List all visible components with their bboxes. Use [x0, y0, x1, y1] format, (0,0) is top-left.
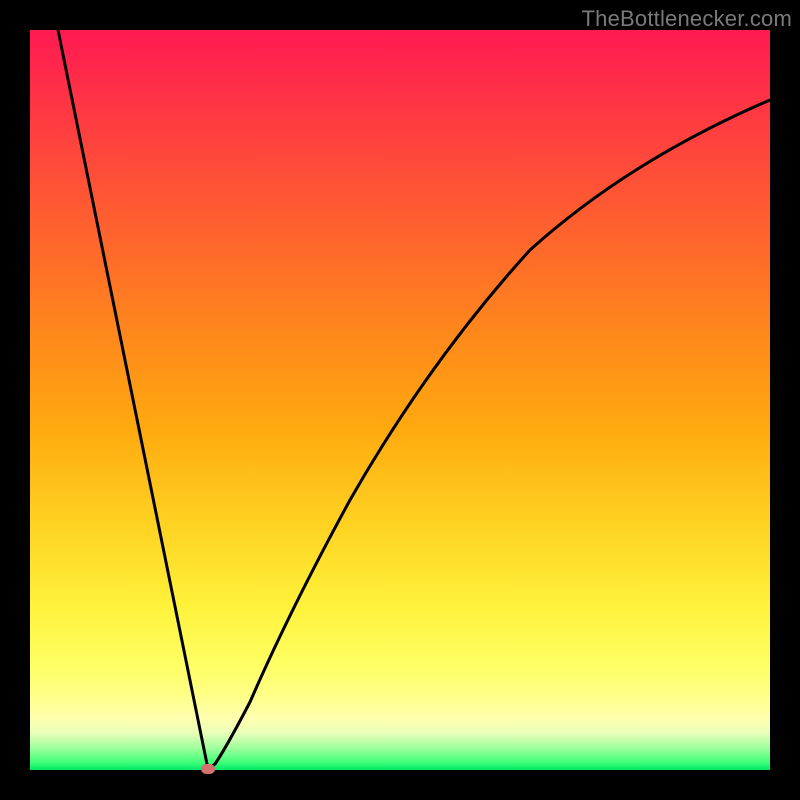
- plot-area: [30, 30, 770, 770]
- curve-layer: [30, 30, 770, 770]
- watermark-text: TheBottlenecker.com: [582, 6, 792, 32]
- optimum-marker: [201, 764, 215, 774]
- chart-frame: TheBottlenecker.com: [0, 0, 800, 800]
- bottleneck-curve: [58, 30, 770, 769]
